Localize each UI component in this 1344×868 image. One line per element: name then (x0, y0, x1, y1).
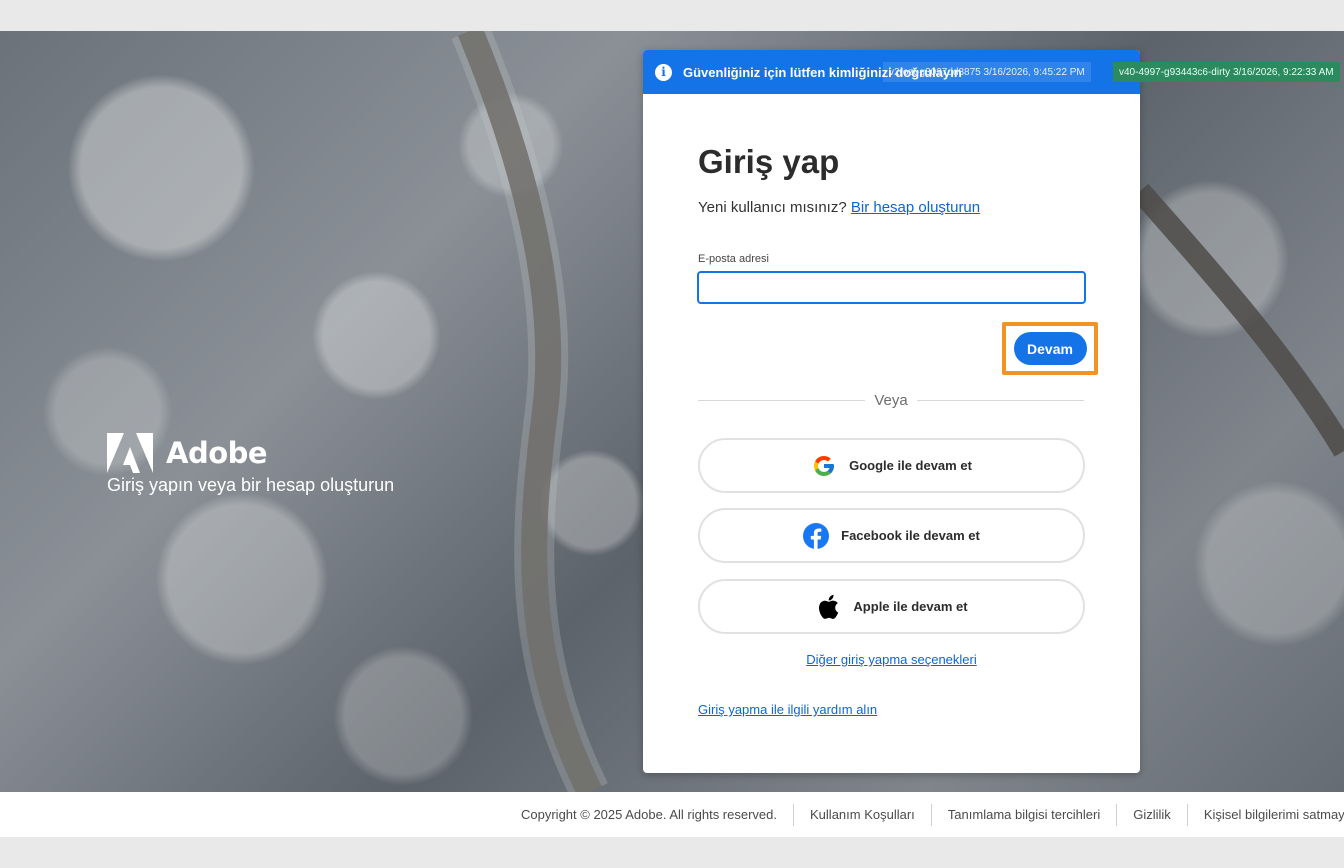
top-strip (0, 0, 1344, 31)
brand-row: Adobe (107, 433, 394, 473)
create-account-link[interactable]: Bir hesap oluşturun (851, 199, 980, 216)
brand-tagline: Giriş yapın veya bir hesap oluşturun (107, 475, 395, 495)
apple-button-label: Apple ile devam et (853, 599, 968, 614)
info-icon: i (655, 63, 672, 81)
continue-button[interactable]: Devam (1013, 332, 1087, 365)
brand-block: Adobe Giriş yapın veya bir hesap oluştur… (107, 433, 394, 496)
google-signin-button[interactable]: Google ile devam et (698, 438, 1085, 493)
footer: Copyright © 2025 Adobe. All rights reser… (0, 792, 1344, 837)
email-label: E-posta adresi (698, 253, 769, 265)
apple-icon (815, 594, 841, 620)
divider-line-left (698, 399, 866, 401)
footer-terms-link[interactable]: Kullanım Koşulları (793, 803, 931, 826)
sign-in-card: i Güvenliğiniz için lütfen kimliğinizi d… (643, 50, 1340, 773)
new-user-text: Yeni kullanıcı mısınız? (698, 199, 847, 216)
continue-highlight: Devam (1002, 322, 1098, 375)
brand-name: Adobe (166, 436, 268, 470)
version-label-a: v2rozt-g3037dd8875 3/16/2026, 9:45:22 PM (883, 62, 1091, 82)
security-banner: i Güvenliğiniz için lütfen kimliğinizi d… (643, 50, 1340, 94)
other-signin-options-link[interactable]: Diğer giriş yapma seçenekleri (643, 652, 1140, 667)
page-title: Giriş yap (698, 143, 840, 180)
facebook-button-label: Facebook ile devam et (841, 528, 980, 543)
or-divider: Veya (698, 390, 1084, 410)
footer-privacy-link[interactable]: Gizlilik (1116, 803, 1187, 826)
email-field[interactable] (697, 271, 1086, 304)
google-icon (811, 453, 837, 479)
facebook-signin-button[interactable]: Facebook ile devam et (698, 508, 1085, 563)
signin-help-link[interactable]: Giriş yapma ile ilgili yardım alın (698, 702, 877, 717)
or-text: Veya (874, 391, 908, 409)
facebook-icon (803, 522, 830, 549)
google-button-label: Google ile devam et (849, 458, 972, 473)
version-label-b: v40-4997-g93443c6-dirty 3/16/2026, 9:22:… (1113, 62, 1340, 82)
bottom-strip (0, 837, 1344, 868)
adobe-logo-icon (107, 433, 153, 473)
apple-signin-button[interactable]: Apple ile devam et (698, 579, 1085, 634)
footer-cookies-link[interactable]: Tanımlama bilgisi tercihleri (930, 803, 1116, 826)
divider-line-right (916, 399, 1084, 401)
footer-do-not-sell-link[interactable]: Kişisel bilgilerimi satmayın veya paylaş… (1186, 803, 1344, 826)
footer-links: Copyright © 2025 Adobe. All rights reser… (521, 792, 1344, 837)
footer-copyright: Copyright © 2025 Adobe. All rights reser… (521, 806, 778, 822)
new-user-prompt: Yeni kullanıcı mısınız? Bir hesap oluştu… (698, 199, 980, 216)
